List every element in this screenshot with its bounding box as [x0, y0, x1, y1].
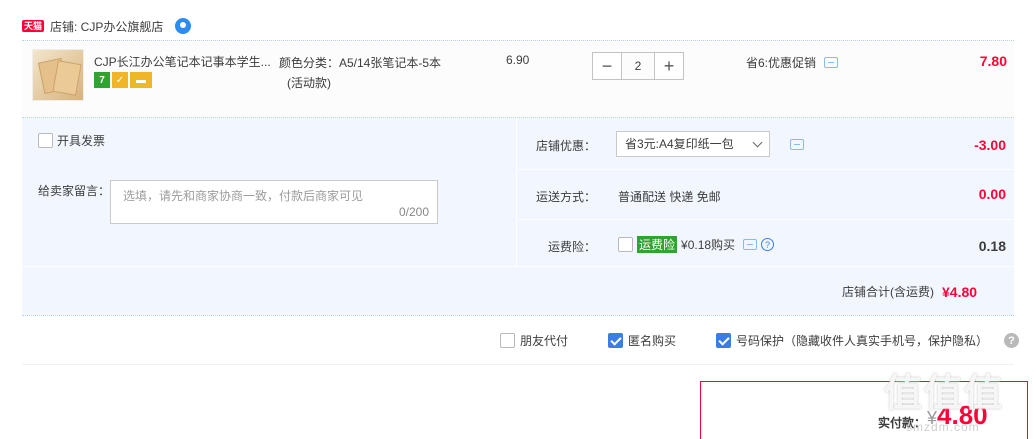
guarantee-icon: ✓: [112, 72, 128, 88]
shop-header: 天猫 店铺: CJP办公旗舰店: [22, 16, 192, 36]
insurance-price: ¥0.18购买: [681, 238, 736, 252]
chat-wangwang-icon[interactable]: [175, 18, 192, 34]
promo-text: 省6:优惠促销: [746, 56, 817, 70]
section-divider: [22, 315, 1014, 316]
invoice-option[interactable]: 开具发票: [38, 132, 105, 149]
row-divider: [518, 169, 1014, 170]
shop-discount-amount: -3.00: [974, 137, 1006, 153]
product-service-badges: 7 ✓ ▬: [94, 72, 152, 88]
item-total: 7.80: [979, 53, 1007, 69]
shipping-amount: 0.00: [978, 186, 1006, 202]
section-divider: [22, 364, 1014, 365]
shipping-label: 运送方式：: [535, 190, 596, 204]
seller-note-textarea[interactable]: 选填，请先和商家协商一致，付款后商家可见 0/200: [110, 180, 438, 224]
extras-left-column: 开具发票 给卖家留言： 选填，请先和商家协商一致，付款后商家可见 0/200: [22, 118, 517, 266]
watermark-logo: 值值值: [884, 373, 1005, 415]
insurance-checkbox[interactable]: [618, 237, 633, 252]
shipping-value: 普通配送 快递 免邮: [618, 190, 721, 204]
friend-pay-option[interactable]: 朋友代付: [500, 332, 568, 349]
cart-item-row: CJP长江办公笔记本记事本学生... 7 ✓ ▬ 颜色分类：A5/14张笔记本-…: [22, 40, 1014, 116]
qty-input[interactable]: 2: [622, 52, 654, 80]
shop-discount-label: 店铺优惠：: [535, 139, 596, 153]
friend-pay-checkbox[interactable]: [500, 333, 515, 348]
message-icon[interactable]: [790, 139, 804, 150]
product-spec: 颜色分类：A5/14张笔记本-5本 (活动款): [279, 53, 479, 93]
seller-note-label: 给卖家留言：: [38, 184, 111, 198]
seven-day-return-icon: 7: [94, 72, 110, 88]
invoice-label: 开具发票: [57, 134, 106, 148]
watermark-url: smzdm.com: [906, 420, 980, 434]
order-extras-panel: 开具发票 给卖家留言： 选填，请先和商家协商一致，付款后商家可见 0/200 店…: [22, 117, 1014, 315]
question-icon[interactable]: ?: [761, 238, 775, 251]
qty-increase-button[interactable]: +: [654, 52, 684, 80]
shop-discount-value: 省3元:A4复印纸一包: [625, 137, 734, 151]
invoice-checkbox[interactable]: [38, 133, 53, 148]
help-icon[interactable]: ?: [1004, 333, 1020, 348]
spec-note: (活动款): [287, 76, 331, 90]
product-thumbnail[interactable]: [32, 49, 84, 101]
product-title-link[interactable]: CJP长江办公笔记本记事本学生...: [94, 53, 274, 70]
anonymous-label: 匿名购买: [628, 334, 677, 348]
order-options: 朋友代付 匿名购买 号码保护（隐藏收件人真实手机号，保护隐私） ?: [500, 332, 1020, 349]
message-icon[interactable]: [824, 57, 839, 68]
promo-info: 省6:优惠促销: [746, 54, 839, 71]
chevron-down-icon: [752, 137, 763, 148]
number-protect-checkbox[interactable]: [716, 333, 732, 348]
tmall-badge: 天猫: [22, 20, 45, 32]
shop-name-link[interactable]: 店铺: CJP办公旗舰店: [50, 18, 163, 35]
insurance-amount: 0.18: [978, 238, 1006, 254]
insurance-option: 运费险 ¥0.18购买 ?: [618, 236, 775, 253]
credit-card-icon: ▬: [130, 72, 152, 88]
insurance-label: 运费险：: [547, 240, 596, 254]
unit-price: 6.90: [506, 53, 530, 67]
message-icon[interactable]: [743, 239, 758, 250]
seller-note-placeholder: 选填，请先和商家协商一致，付款后商家可见: [123, 189, 364, 203]
number-protect-label: 号码保护（隐藏收件人真实手机号，保护隐私）: [736, 334, 989, 348]
number-protect-option[interactable]: 号码保护（隐藏收件人真实手机号，保护隐私）: [716, 332, 988, 349]
seller-note-count: 0/200: [398, 205, 429, 219]
anonymous-option[interactable]: 匿名购买: [608, 332, 676, 349]
row-divider: [518, 219, 1014, 220]
shop-total-label: 店铺合计(含运费): [842, 285, 934, 299]
panel-divider: [22, 266, 1014, 267]
shop-total-value: ¥4.80: [942, 283, 978, 300]
friend-pay-label: 朋友代付: [520, 334, 569, 348]
spec-line: 颜色分类：A5/14张笔记本-5本: [279, 56, 442, 70]
quantity-stepper: − 2 +: [592, 52, 684, 80]
insurance-badge: 运费险: [637, 236, 678, 253]
anonymous-checkbox[interactable]: [608, 333, 624, 348]
shop-total: 店铺合计(含运费) ¥4.80: [842, 283, 977, 300]
qty-decrease-button[interactable]: −: [592, 52, 622, 80]
shop-discount-select[interactable]: 省3元:A4复印纸一包: [616, 131, 770, 157]
